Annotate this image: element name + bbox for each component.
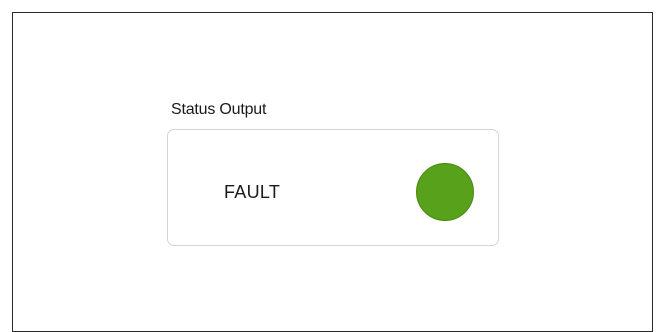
status-led-icon bbox=[416, 163, 474, 221]
status-output-label: Status Output bbox=[171, 101, 267, 118]
status-value-text: FAULT bbox=[224, 182, 281, 202]
